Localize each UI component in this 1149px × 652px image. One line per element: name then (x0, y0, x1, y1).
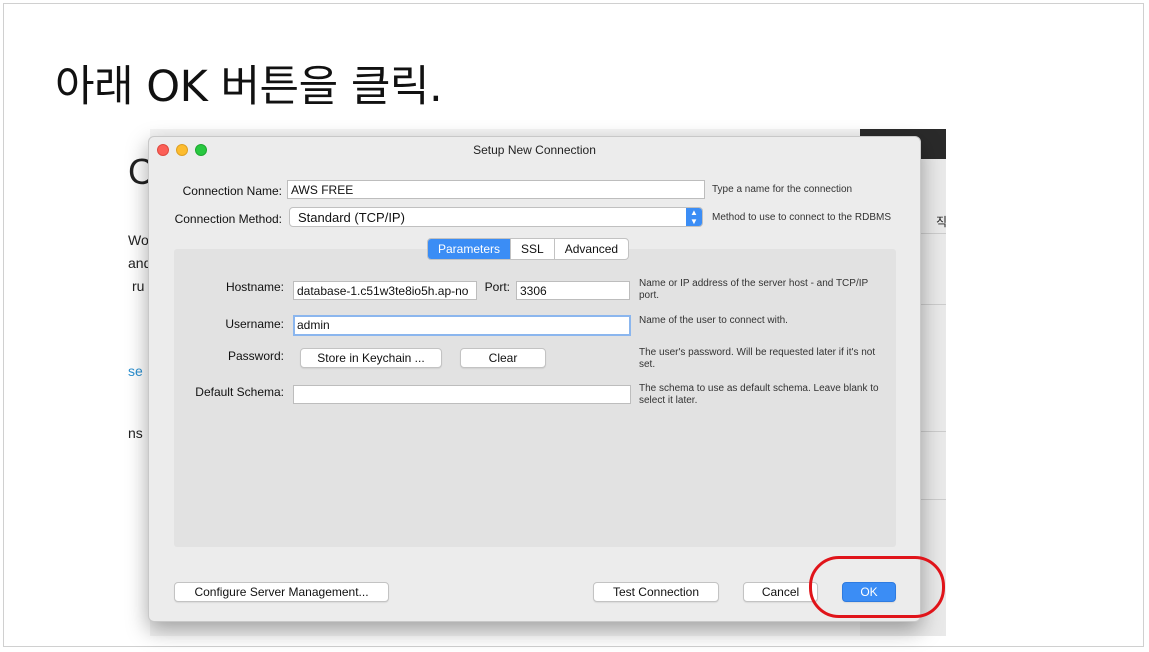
connection-name-label: Connection Name: (182, 184, 282, 198)
port-input[interactable]: 3306 (516, 281, 630, 300)
cancel-button[interactable]: Cancel (743, 582, 818, 602)
store-in-keychain-button[interactable]: Store in Keychain ... (300, 348, 442, 368)
background-text-fragment: ru (132, 278, 145, 294)
background-window-left (128, 129, 150, 636)
connection-method-label: Connection Method: (174, 212, 282, 226)
slide-instruction: 아래 OK 버튼을 클릭. (55, 62, 443, 112)
default-schema-hint: The schema to use as default schema. Lea… (639, 383, 879, 406)
background-right-fragment: 직 (936, 215, 946, 229)
connection-name-input[interactable]: AWS FREE (287, 180, 705, 199)
connection-name-hint: Type a name for the connection (712, 184, 853, 195)
dialog-title: Setup New Connection (473, 143, 596, 157)
username-hint: Name of the user to connect with. (639, 315, 788, 326)
hostname-hint: Name or IP address of the server host - … (639, 278, 868, 301)
default-schema-input[interactable] (293, 385, 631, 404)
tab-advanced[interactable]: Advanced (553, 239, 628, 259)
connection-method-hint: Method to use to connect to the RDBMS (712, 212, 891, 223)
hostname-input[interactable]: database-1.c51w3te8io5h.ap-no (293, 281, 477, 300)
password-label: Password: (227, 349, 284, 363)
connection-method-select[interactable]: Standard (TCP/IP) ▲ ▼ (289, 207, 703, 227)
password-hint: The user's password. Will be requested l… (639, 347, 876, 370)
tab-parameters[interactable]: Parameters (428, 239, 511, 259)
hostname-label: Hostname: (225, 280, 284, 294)
username-input[interactable]: admin (293, 315, 631, 336)
background-link-fragment: se (128, 363, 143, 379)
setup-connection-dialog: Setup New Connection Connection Name: AW… (148, 136, 921, 622)
close-window-button[interactable] (157, 144, 169, 156)
default-schema-label: Default Schema: (195, 385, 284, 399)
ok-button-highlight-circle (809, 556, 945, 618)
configure-server-management-button[interactable]: Configure Server Management... (174, 582, 389, 602)
background-text-fragment: ns (128, 425, 143, 441)
connection-method-value: Standard (TCP/IP) (298, 210, 405, 225)
clear-password-button[interactable]: Clear (460, 348, 546, 368)
tab-ssl[interactable]: SSL (510, 239, 554, 259)
test-connection-button[interactable]: Test Connection (593, 582, 719, 602)
minimize-window-button[interactable] (176, 144, 188, 156)
username-label: Username: (225, 317, 284, 331)
chevron-updown-icon: ▲ ▼ (686, 208, 702, 226)
zoom-window-button[interactable] (195, 144, 207, 156)
port-label: Port: (484, 280, 510, 294)
tab-bar: Parameters SSL Advanced (427, 238, 630, 260)
